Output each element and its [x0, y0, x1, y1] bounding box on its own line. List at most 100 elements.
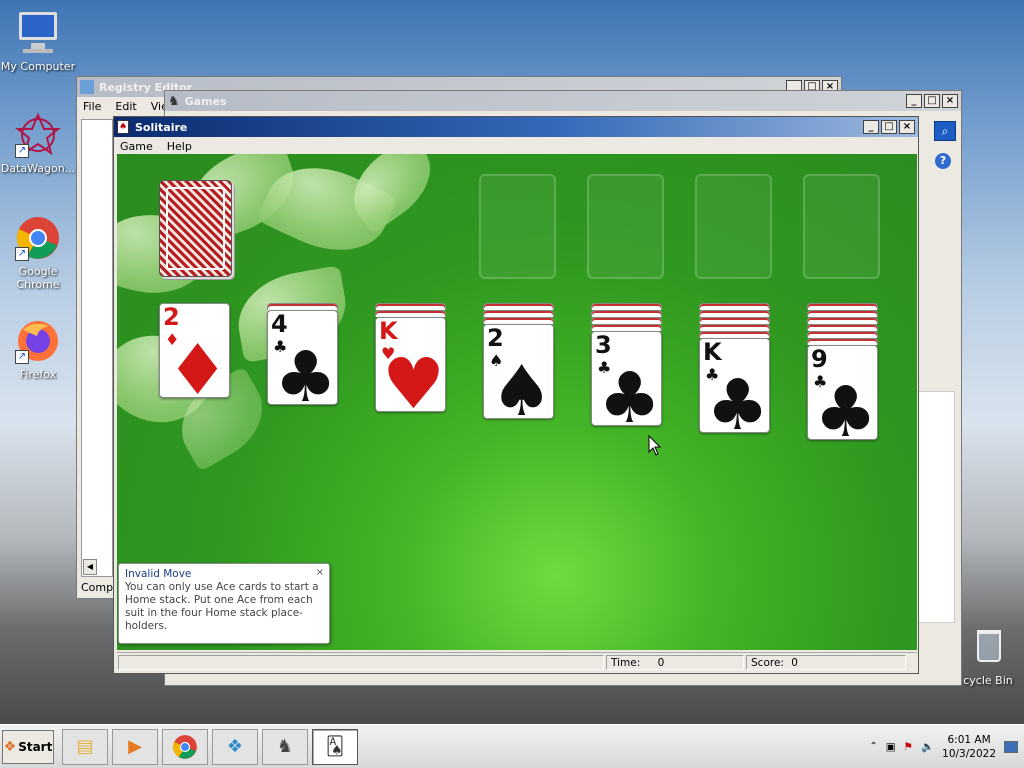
games-app-icon: ♞ — [168, 93, 180, 109]
taskbar-registry-button[interactable]: ❖ — [212, 728, 258, 765]
face-down-card[interactable] — [591, 303, 662, 310]
search-button[interactable]: ⌕ — [934, 121, 956, 141]
maximize-button[interactable]: □ — [924, 94, 940, 108]
my-computer-icon — [15, 10, 61, 56]
face-down-card[interactable] — [807, 317, 878, 324]
firefox-icon: ↗ — [15, 318, 61, 364]
card-suit-large-icon: ♣ — [706, 364, 769, 433]
face-down-card[interactable] — [375, 303, 446, 310]
solitaire-titlebar[interactable]: ♠ Solitaire _ □ × — [114, 117, 918, 137]
face-up-card[interactable]: K ♥ ♥ — [375, 317, 446, 412]
face-down-card[interactable] — [807, 303, 878, 310]
tooltip-title: Invalid Move — [125, 568, 192, 580]
solitaire-app-icon: ♠ — [117, 120, 129, 134]
desktop-icon-label: Firefox — [19, 368, 57, 381]
taskbar-chess-button[interactable]: ♞ — [262, 728, 308, 765]
card-suit-large-icon: ♦ — [166, 329, 229, 398]
face-down-card[interactable] — [267, 303, 338, 310]
close-button[interactable]: × — [899, 120, 915, 134]
media-player-icon: ▶ — [128, 736, 142, 757]
scroll-left-button[interactable]: ◀ — [83, 559, 97, 575]
desktop-icon-label: My Computer — [0, 60, 76, 73]
face-up-card[interactable]: 3 ♣ ♣ — [591, 331, 662, 426]
face-down-card[interactable] — [591, 317, 662, 324]
card-rank: 4 — [271, 310, 288, 338]
menu-help[interactable]: Help — [167, 140, 192, 153]
face-up-card[interactable]: 4 ♣ ♣ — [267, 310, 338, 405]
games-titlebar[interactable]: ♞ Games _ □ × — [165, 91, 961, 111]
mouse-cursor-icon — [648, 435, 662, 456]
clock-date: 10/3/2022 — [942, 747, 996, 760]
face-down-card[interactable] — [807, 310, 878, 317]
time-value: 0 — [657, 657, 665, 669]
chrome-icon — [173, 734, 197, 759]
start-button[interactable]: ❖ Start — [2, 729, 54, 764]
taskbar-explorer-button[interactable]: ▤ — [62, 728, 108, 765]
explorer-icon: ▤ — [76, 736, 94, 757]
taskbar-media-player-button[interactable]: ▶ — [112, 728, 158, 765]
registry-tree-pane[interactable] — [81, 119, 113, 577]
minimize-button[interactable]: _ — [906, 94, 922, 108]
volume-icon[interactable]: 🔈 — [921, 740, 934, 753]
chevron-up-icon[interactable]: ⌃ — [869, 741, 877, 752]
registry-app-icon — [80, 80, 94, 94]
face-down-card[interactable] — [807, 338, 878, 345]
tooltip-close-button[interactable]: × — [316, 566, 324, 579]
card-rank: K — [703, 338, 722, 366]
menu-game[interactable]: Game — [120, 140, 153, 153]
foundation-slot[interactable] — [587, 174, 664, 279]
chess-icon: ♞ — [276, 736, 294, 757]
card-rank: K — [379, 317, 398, 345]
menu-edit[interactable]: Edit — [115, 100, 136, 113]
card-suit-large-icon: ♥ — [382, 343, 445, 412]
face-down-card[interactable] — [483, 317, 554, 324]
face-down-card[interactable] — [807, 324, 878, 331]
desktop-icon-label: Google Chrome — [16, 265, 60, 291]
show-desktop-icon[interactable] — [1004, 740, 1018, 753]
face-down-card[interactable] — [483, 310, 554, 317]
datawagon-icon: ↗ — [15, 112, 61, 158]
face-down-card[interactable] — [591, 324, 662, 331]
minimize-button[interactable]: _ — [863, 120, 879, 134]
clock[interactable]: 6:01 AM 10/3/2022 — [942, 733, 996, 761]
network-icon[interactable]: ▣ — [886, 741, 896, 753]
stock-pile[interactable] — [159, 180, 232, 277]
help-icon[interactable]: ? — [935, 153, 951, 169]
desktop-icon-google-chrome[interactable]: ↗ Google Chrome — [0, 215, 76, 291]
face-down-card[interactable] — [807, 331, 878, 338]
score-value: 0 — [791, 657, 798, 669]
solitaire-icon: 🂡 — [325, 736, 345, 757]
card-rank: 9 — [811, 345, 828, 373]
desktop-icon-datawagon[interactable]: ↗ DataWagon... — [0, 112, 76, 175]
face-down-card[interactable] — [699, 310, 770, 317]
menu-file[interactable]: File — [83, 100, 101, 113]
foundation-slot[interactable] — [479, 174, 556, 279]
maximize-button[interactable]: □ — [881, 120, 897, 134]
face-down-card[interactable] — [375, 310, 446, 317]
desktop-icon-firefox[interactable]: ↗ Firefox — [0, 318, 76, 381]
face-up-card[interactable]: 2 ♦ ♦ — [159, 303, 230, 398]
action-center-icon[interactable]: ⚑ — [904, 741, 913, 753]
face-down-card[interactable] — [699, 324, 770, 331]
face-down-card[interactable] — [591, 310, 662, 317]
desktop-icon-label: DataWagon... — [0, 162, 76, 175]
face-down-card[interactable] — [483, 303, 554, 310]
face-down-card[interactable] — [699, 317, 770, 324]
card-rank: 3 — [595, 331, 612, 359]
taskbar-solitaire-button[interactable]: 🂡 — [312, 728, 358, 765]
card-suit-large-icon: ♣ — [814, 371, 877, 440]
taskbar-chrome-button[interactable] — [162, 728, 208, 765]
desktop-icon-my-computer[interactable]: My Computer — [0, 10, 76, 73]
close-button[interactable]: × — [942, 94, 958, 108]
face-up-card[interactable]: K ♣ ♣ — [699, 338, 770, 433]
face-down-card[interactable] — [699, 303, 770, 310]
face-up-card[interactable]: 2 ♠ ♠ — [483, 324, 554, 419]
tooltip-body: You can only use Ace cards to start a Ho… — [125, 581, 319, 632]
face-up-card[interactable]: 9 ♣ ♣ — [807, 345, 878, 440]
card-suit-large-icon: ♣ — [598, 357, 661, 426]
card-suit-large-icon: ♣ — [274, 336, 337, 405]
foundation-slot[interactable] — [803, 174, 880, 279]
foundation-slot[interactable] — [695, 174, 772, 279]
face-down-card[interactable] — [699, 331, 770, 338]
status-message — [118, 655, 604, 670]
